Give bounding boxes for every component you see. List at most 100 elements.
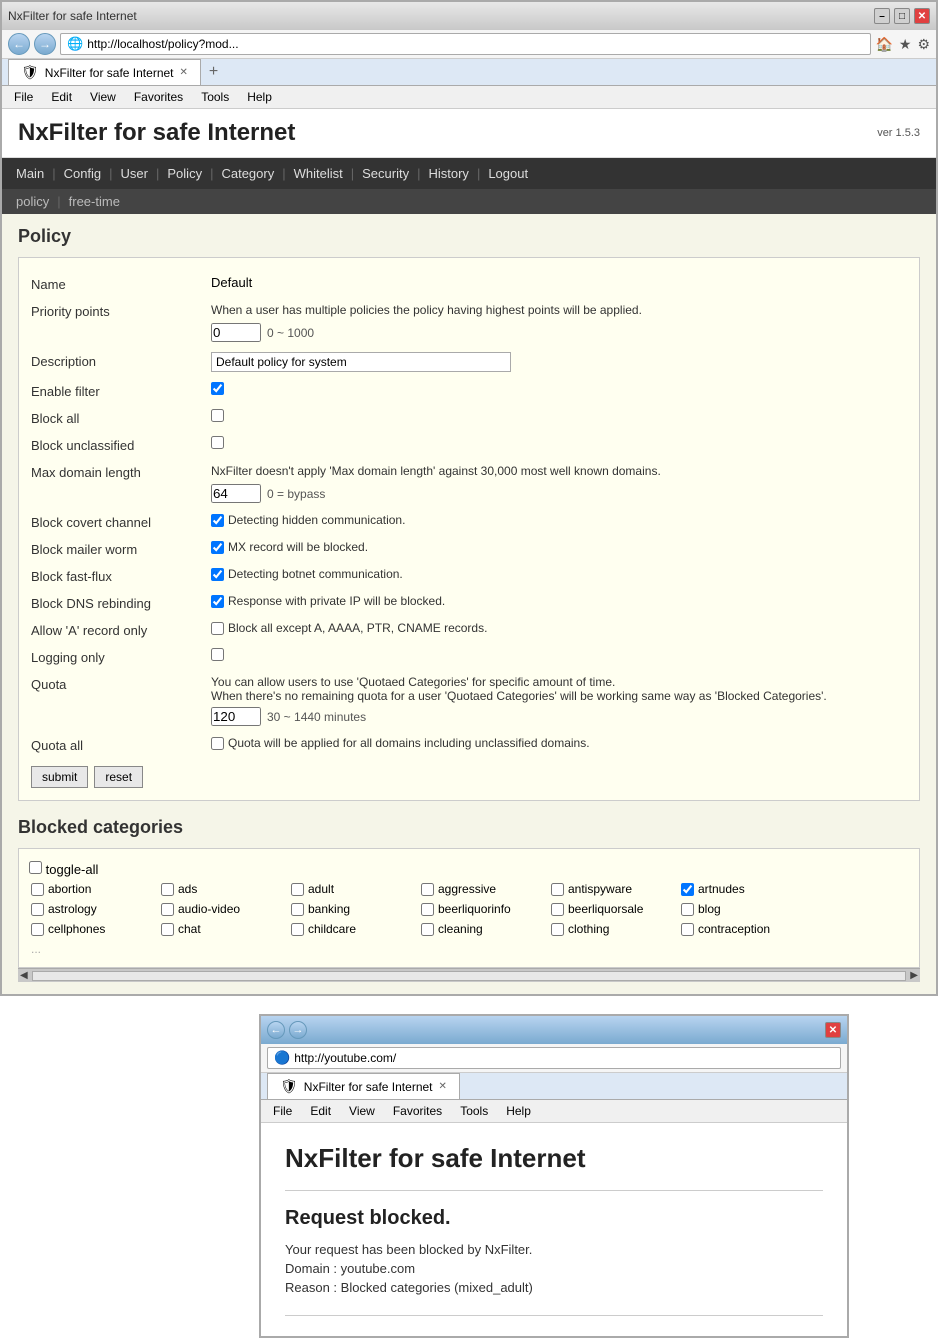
logging-label: Logging only [31,648,211,665]
cat-label-banking: banking [308,902,350,916]
desc-input[interactable] [211,352,511,372]
nav-logout[interactable]: Logout [482,158,534,189]
back-btn-2[interactable]: ← [267,1021,285,1039]
cat-checkbox-blog[interactable] [681,903,694,916]
menu-favorites[interactable]: Favorites [126,88,191,106]
nav-main[interactable]: Main [10,158,50,189]
block-dns-checkbox[interactable] [211,595,224,608]
toggle-all-checkbox[interactable] [29,861,42,874]
cat-checkbox-cleaning[interactable] [421,923,434,936]
menu2-help[interactable]: Help [498,1102,539,1120]
close-button[interactable]: ✕ [914,8,930,24]
cat-beerliquorsale: beerliquorsale [549,901,679,917]
block-fastflux-checkbox[interactable] [211,568,224,581]
nav-history[interactable]: History [422,158,474,189]
active-tab-2[interactable]: 🛡 NxFilter for safe Internet ✕ [267,1073,460,1099]
cat-checkbox-beerliquorinfo[interactable] [421,903,434,916]
horizontal-scrollbar[interactable]: ◀ ▶ [18,968,920,982]
block-covert-checkbox[interactable] [211,514,224,527]
maximize-button[interactable]: □ [894,8,910,24]
scroll-right-arrow[interactable]: ▶ [910,970,918,981]
new-tab-button[interactable]: + [201,59,226,85]
nav-policy[interactable]: Policy [161,158,208,189]
cat-checkbox-artnudes[interactable] [681,883,694,896]
scroll-thumb[interactable] [32,971,907,981]
cat-label-adult: adult [308,882,334,896]
nav-category[interactable]: Category [215,158,280,189]
quota-all-label: Quota all [31,736,211,753]
star-icon[interactable]: ★ [899,36,912,53]
cat-checkbox-audio-video[interactable] [161,903,174,916]
policy-row-block-mailer: Block mailer worm MX record will be bloc… [31,535,907,562]
reset-button[interactable]: reset [94,766,143,788]
scroll-left-arrow[interactable]: ◀ [20,970,28,981]
cat-checkbox-antispyware[interactable] [551,883,564,896]
cat-checkbox-beerliquorsale[interactable] [551,903,564,916]
cat-checkbox-adult[interactable] [291,883,304,896]
forward-btn-2[interactable]: → [289,1021,307,1039]
minimize-button[interactable]: – [874,8,890,24]
enable-filter-checkbox[interactable] [211,382,224,395]
allow-a-checkbox[interactable] [211,622,224,635]
cat-label-beerliquorinfo: beerliquorinfo [438,902,511,916]
cat-label-cellphones: cellphones [48,922,105,936]
block-unclassified-checkbox[interactable] [211,436,224,449]
cat-cleaning: cleaning [419,921,549,937]
tab-close-button-2[interactable]: ✕ [439,1081,447,1092]
menu2-edit[interactable]: Edit [302,1102,339,1120]
nav-user[interactable]: User [115,158,154,189]
quota-all-checkbox[interactable] [211,737,224,750]
menu-help[interactable]: Help [239,88,280,106]
cat-checkbox-banking[interactable] [291,903,304,916]
tab-bar: 🛡 NxFilter for safe Internet ✕ + [2,59,936,86]
nav-config[interactable]: Config [58,158,108,189]
menu-edit[interactable]: Edit [43,88,80,106]
cat-checkbox-childcare[interactable] [291,923,304,936]
nav-whitelist[interactable]: Whitelist [288,158,349,189]
cat-checkbox-astrology[interactable] [31,903,44,916]
menu2-file[interactable]: File [265,1102,300,1120]
policy-row-block-all: Block all [31,404,907,431]
gear-icon[interactable]: ⚙ [917,36,930,53]
cat-checkbox-clothing[interactable] [551,923,564,936]
menu2-view[interactable]: View [341,1102,383,1120]
nav-security[interactable]: Security [356,158,415,189]
menu2-favorites[interactable]: Favorites [385,1102,450,1120]
logging-checkbox[interactable] [211,648,224,661]
categories-row-3: cellphones chat childcare cleaning [29,919,909,939]
menu-view[interactable]: View [82,88,124,106]
cat-checkbox-ads[interactable] [161,883,174,896]
close-button-2[interactable]: ✕ [825,1022,841,1038]
forward-button[interactable]: → [34,33,56,55]
block-all-checkbox[interactable] [211,409,224,422]
submit-button[interactable]: submit [31,766,88,788]
active-tab[interactable]: 🛡 NxFilter for safe Internet ✕ [8,59,201,85]
cat-checkbox-contraception[interactable] [681,923,694,936]
block-mailer-checkbox[interactable] [211,541,224,554]
subnav: policy | free-time [2,189,936,214]
cat-checkbox-aggressive[interactable] [421,883,434,896]
cat-checkbox-abortion[interactable] [31,883,44,896]
subnav-freetime[interactable]: free-time [63,189,126,214]
address-box-2[interactable]: 🔵 http://youtube.com/ [267,1047,841,1069]
menu-file[interactable]: File [6,88,41,106]
enable-filter-label: Enable filter [31,382,211,399]
max-domain-input[interactable] [211,484,261,503]
cat-checkbox-chat[interactable] [161,923,174,936]
cat-label-astrology: astrology [48,902,97,916]
categories-row-2: astrology audio-video banking beerliquor… [29,899,909,919]
subnav-policy[interactable]: policy [10,189,55,214]
cat-astrology: astrology [29,901,159,917]
block-dns-note: Response with private IP will be blocked… [228,594,445,608]
home-icon[interactable]: 🏠 [875,36,892,53]
quota-input[interactable] [211,707,261,726]
menu-tools[interactable]: Tools [193,88,237,106]
address-box[interactable]: 🌐 http://localhost/policy?mod... [60,33,871,55]
tab-close-button[interactable]: ✕ [180,67,188,78]
cat-cellphones: cellphones [29,921,159,937]
blocked-message: Your request has been blocked by NxFilte… [285,1242,823,1257]
back-button[interactable]: ← [8,33,30,55]
priority-input[interactable] [211,323,261,342]
cat-checkbox-cellphones[interactable] [31,923,44,936]
menu2-tools[interactable]: Tools [452,1102,496,1120]
